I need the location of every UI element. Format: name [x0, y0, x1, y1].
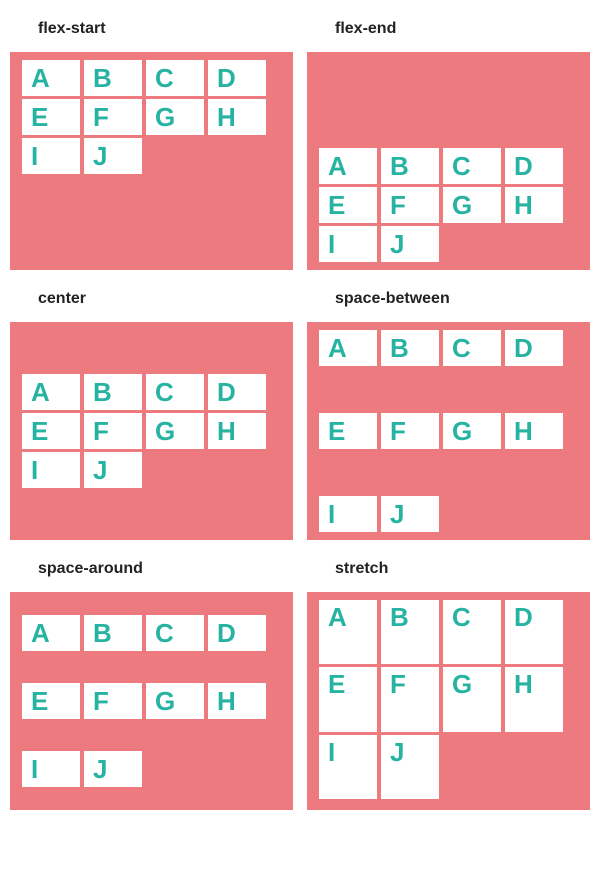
flex-row: ABCD [22, 615, 281, 651]
flex-item: G [146, 99, 204, 135]
flex-item: I [319, 496, 377, 532]
flex-item: B [84, 60, 142, 96]
flex-container: ABCD EFGH IJ [10, 592, 293, 810]
flex-item: A [22, 60, 80, 96]
flex-item: A [319, 330, 377, 366]
flex-item: H [208, 413, 266, 449]
flex-item: C [146, 615, 204, 651]
flex-item: J [84, 751, 142, 787]
examples-grid: flex-startABCDEFGHIJflex-endABCDEFGHIJce… [10, 10, 590, 810]
flex-row: ABCD [319, 330, 578, 366]
flex-item: H [505, 667, 563, 731]
example-space-between: space-between ABCD EFGH IJ [307, 280, 590, 540]
flex-item: E [319, 413, 377, 449]
flex-item: F [381, 187, 439, 223]
example-label: flex-end [307, 10, 590, 52]
flex-container: ABCDEFGHIJ [307, 52, 590, 270]
flex-row: EFGH [319, 413, 578, 449]
flex-item: C [443, 330, 501, 366]
flex-item: J [84, 452, 142, 488]
example-label: space-between [307, 280, 590, 322]
example-label: stretch [307, 550, 590, 592]
flex-item: D [505, 148, 563, 184]
flex-row: IJ [319, 226, 578, 262]
flex-item: C [443, 600, 501, 664]
flex-row: ABCD [22, 60, 281, 96]
flex-item: B [381, 600, 439, 664]
flex-item: D [505, 600, 563, 664]
flex-item: E [22, 99, 80, 135]
flex-item: D [208, 374, 266, 410]
flex-item: I [22, 751, 80, 787]
flex-container: ABCDEFGHIJ [10, 322, 293, 540]
flex-item: H [505, 413, 563, 449]
flex-item: I [319, 735, 377, 799]
flex-item: D [208, 60, 266, 96]
flex-item: H [208, 683, 266, 719]
example-flex-start: flex-startABCDEFGHIJ [10, 10, 293, 270]
example-center: centerABCDEFGHIJ [10, 280, 293, 540]
flex-row: ABCD [319, 600, 578, 664]
example-label: center [10, 280, 293, 322]
flex-item: C [146, 374, 204, 410]
flex-row: IJ [22, 138, 281, 174]
flex-row: EFGH [22, 413, 281, 449]
example-stretch: stretchABCDEFGHIJ [307, 550, 590, 810]
flex-item: J [381, 226, 439, 262]
flex-item: A [22, 374, 80, 410]
flex-item: E [22, 683, 80, 719]
flex-row: EFGH [22, 683, 281, 719]
flex-item: J [381, 735, 439, 799]
flex-item: B [84, 615, 142, 651]
flex-item: C [443, 148, 501, 184]
flex-item: J [381, 496, 439, 532]
flex-row: EFGH [22, 99, 281, 135]
example-label: space-around [10, 550, 293, 592]
flex-item: C [146, 60, 204, 96]
flex-item: G [146, 413, 204, 449]
flex-item: B [381, 148, 439, 184]
flex-item: G [146, 683, 204, 719]
flex-row: EFGH [319, 187, 578, 223]
flex-container: ABCD EFGH IJ [307, 322, 590, 540]
flex-item: I [319, 226, 377, 262]
flex-item: H [208, 99, 266, 135]
flex-row: IJ [22, 452, 281, 488]
flex-item: E [22, 413, 80, 449]
flex-item: J [84, 138, 142, 174]
flex-item: D [208, 615, 266, 651]
flex-item: B [381, 330, 439, 366]
example-space-around: space-around ABCD EFGH IJ [10, 550, 293, 810]
flex-item: F [84, 99, 142, 135]
flex-container: ABCDEFGHIJ [307, 592, 590, 810]
flex-container: ABCDEFGHIJ [10, 52, 293, 270]
flex-row: IJ [319, 735, 578, 799]
flex-item: E [319, 667, 377, 731]
flex-item: A [22, 615, 80, 651]
flex-item: E [319, 187, 377, 223]
flex-row: ABCD [319, 148, 578, 184]
flex-item: I [22, 138, 80, 174]
flex-row: ABCD [22, 374, 281, 410]
flex-item: G [443, 413, 501, 449]
example-label: flex-start [10, 10, 293, 52]
flex-item: A [319, 600, 377, 664]
flex-row: IJ [319, 496, 578, 532]
flex-item: B [84, 374, 142, 410]
flex-item: A [319, 148, 377, 184]
flex-item: F [84, 413, 142, 449]
flex-item: F [381, 667, 439, 731]
flex-item: H [505, 187, 563, 223]
example-flex-end: flex-endABCDEFGHIJ [307, 10, 590, 270]
flex-item: F [381, 413, 439, 449]
flex-row: EFGH [319, 667, 578, 731]
flex-item: G [443, 187, 501, 223]
flex-item: F [84, 683, 142, 719]
flex-item: G [443, 667, 501, 731]
flex-item: I [22, 452, 80, 488]
flex-item: D [505, 330, 563, 366]
flex-row: IJ [22, 751, 281, 787]
